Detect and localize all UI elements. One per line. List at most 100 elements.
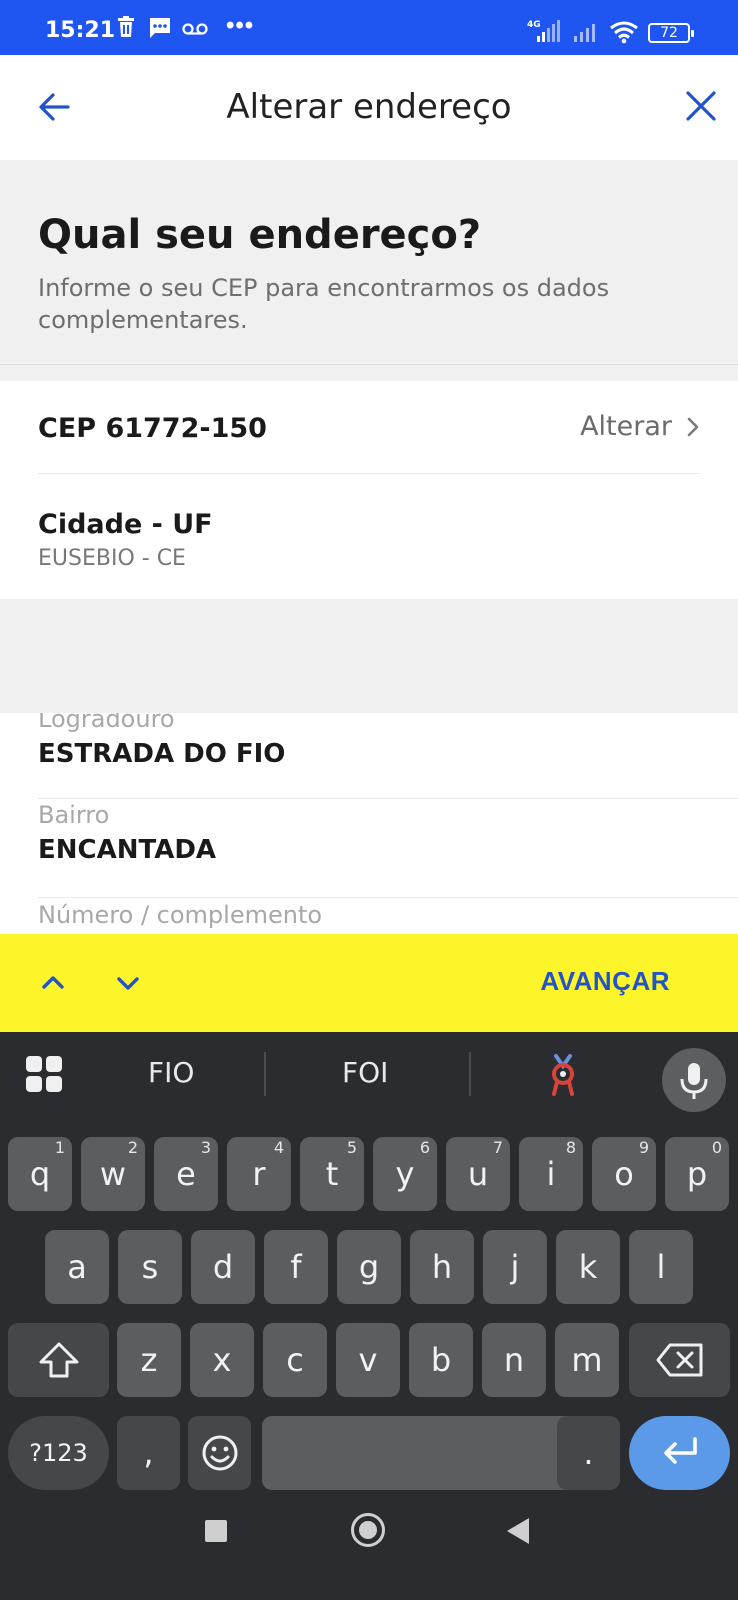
form-navigation-bar: AVANÇAR [0,934,738,1032]
key-p[interactable]: p0 [665,1137,729,1211]
street-value[interactable]: ESTRADA DO FIO [38,739,738,769]
key-label: p [686,1155,708,1193]
intro-description: Informe o seu CEP para encontrarmos os d… [38,274,610,334]
key-label: u [467,1155,489,1193]
suggestion-divider [469,1052,471,1096]
number-complement-field[interactable]: Número / complemento [38,901,738,935]
key-b[interactable]: b [409,1323,473,1397]
key-f[interactable]: f [264,1230,328,1304]
voicemail-icon [182,23,208,35]
key-label: e [176,1155,196,1193]
key-o[interactable]: o9 [592,1137,656,1211]
key-number-hint: 1 [54,1138,65,1157]
suggestion-1[interactable]: FIO [148,1056,194,1089]
shift-key[interactable] [8,1323,109,1397]
intro-section: Qual seu endereço? Informe o seu CEP par… [0,160,738,365]
enter-arrow-icon [663,1437,697,1464]
system-nav-bar [0,1490,738,1600]
key-j[interactable]: j [483,1230,547,1304]
section-divider [0,599,738,713]
home-icon[interactable] [351,1513,385,1547]
key-number-hint: 0 [711,1138,722,1157]
key-number-hint: 8 [565,1138,576,1157]
key-number-hint: 4 [273,1138,284,1157]
city-value: EUSEBIO - CE [38,546,186,571]
key-g[interactable]: g [337,1230,401,1304]
section-divider [0,365,738,381]
cep-row: CEP 61772-150 Alterar [38,381,700,474]
key-d[interactable]: d [191,1230,255,1304]
street-field[interactable]: Logradouro ESTRADA DO FIO [38,713,738,799]
key-m[interactable]: m [555,1323,619,1397]
status-bar: 15:21 ••• 4G 72 [0,0,738,55]
key-z[interactable]: z [117,1323,181,1397]
voice-input-button[interactable] [662,1048,726,1112]
close-icon[interactable] [684,89,718,123]
key-q[interactable]: q1 [8,1137,72,1211]
address-summary-card: CEP 61772-150 Alterar Cidade - UF EUSEBI… [0,381,738,599]
key-number-hint: 6 [419,1138,430,1157]
svg-text:4G: 4G [527,20,541,30]
change-cep-button[interactable]: Alterar [580,411,700,442]
key-h[interactable]: h [410,1230,474,1304]
symbols-key[interactable]: ?123 [8,1416,109,1490]
key-k[interactable]: k [556,1230,620,1304]
key-label: t [325,1155,339,1193]
key-c[interactable]: c [263,1323,327,1397]
emoji-key[interactable] [188,1416,251,1490]
key-w[interactable]: w2 [81,1137,145,1211]
keyboard-suggestion-bar: FIO FOI [0,1032,738,1122]
key-e[interactable]: e3 [154,1137,218,1211]
suggestion-divider [264,1052,266,1096]
key-l[interactable]: l [629,1230,693,1304]
enter-key[interactable] [629,1416,730,1490]
microphone-icon [680,1063,708,1099]
comma-key[interactable]: , [117,1416,180,1490]
wifi-icon [610,21,638,44]
chevron-down-icon[interactable] [115,970,141,996]
cep-label: CEP 61772-150 [38,413,267,444]
ribbon-emoji-icon[interactable] [548,1052,578,1098]
smiley-icon [202,1435,237,1471]
suggestion-2[interactable]: FOI [342,1056,388,1089]
key-number-hint: 5 [346,1138,357,1157]
key-label: r [252,1155,266,1193]
backspace-key[interactable] [629,1323,730,1397]
key-number-hint: 9 [638,1138,649,1157]
trash-icon [118,16,134,37]
street-label: Logradouro [38,713,175,733]
key-y[interactable]: y6 [373,1137,437,1211]
key-v[interactable]: v [336,1323,400,1397]
key-u[interactable]: u7 [446,1137,510,1211]
number-complement-label: Número / complemento [38,901,323,929]
back-triangle-icon[interactable] [507,1518,529,1544]
app-header: Alterar endereço [0,55,738,160]
backspace-icon [656,1343,702,1377]
chevron-up-icon[interactable] [40,970,66,996]
recents-icon[interactable] [205,1520,227,1542]
key-number-hint: 2 [127,1138,138,1157]
chevron-right-icon [687,417,699,436]
status-time: 15:21 [45,18,116,43]
key-a[interactable]: a [45,1230,109,1304]
neighborhood-field[interactable]: Bairro ENCANTADA [38,801,738,898]
key-i[interactable]: i8 [519,1137,583,1211]
shift-arrow-icon [39,1342,78,1378]
key-s[interactable]: s [118,1230,182,1304]
next-button[interactable]: AVANÇAR [540,966,670,997]
key-n[interactable]: n [482,1323,546,1397]
key-t[interactable]: t5 [300,1137,364,1211]
key-label: o [614,1155,634,1193]
address-form: Logradouro ESTRADA DO FIO Bairro ENCANTA… [0,713,738,935]
signal-4g-icon: 4G [527,20,560,42]
apps-grid-icon[interactable] [24,1054,64,1094]
page-title: Alterar endereço [226,87,512,127]
key-label: w [99,1155,127,1193]
period-key[interactable]: . [557,1416,620,1490]
key-r[interactable]: r4 [227,1137,291,1211]
key-label: i [546,1155,556,1193]
neighborhood-value[interactable]: ENCANTADA [38,835,738,865]
key-label: y [395,1155,415,1193]
key-x[interactable]: x [190,1323,254,1397]
intro-heading: Qual seu endereço? [38,212,482,258]
